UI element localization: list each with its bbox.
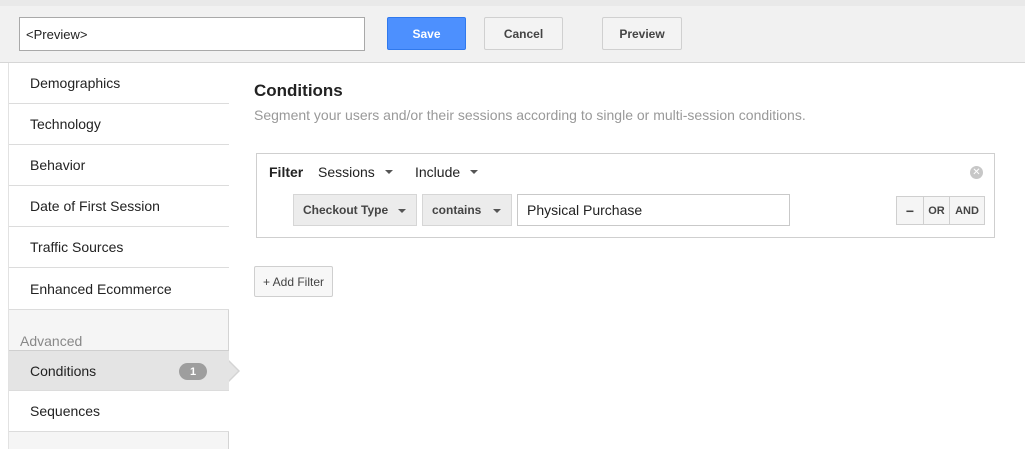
- sidebar-item-conditions[interactable]: Conditions 1: [9, 350, 229, 391]
- caret-down-icon: [493, 209, 501, 213]
- operator-dropdown-label: contains: [432, 203, 482, 217]
- sidebar-item-sequences[interactable]: Sequences: [9, 391, 229, 432]
- sidebar-item-label: Date of First Session: [30, 198, 160, 214]
- sidebar-item-enhanced-ecommerce[interactable]: Enhanced Ecommerce: [9, 268, 229, 310]
- active-pointer-arrow-fill: [228, 361, 238, 381]
- page-title: Conditions: [254, 81, 343, 100]
- dimension-dropdown-label: Checkout Type: [303, 203, 389, 217]
- sidebar-item-label: Behavior: [30, 157, 86, 173]
- sidebar-item-date-of-first-session[interactable]: Date of First Session: [9, 186, 229, 227]
- advanced-heading: Advanced: [20, 333, 83, 349]
- include-dropdown[interactable]: Include: [415, 164, 479, 180]
- remove-condition-button[interactable]: −: [897, 197, 924, 224]
- or-button[interactable]: OR: [924, 197, 950, 224]
- sidebar-item-behavior[interactable]: Behavior: [9, 145, 229, 186]
- toolbar: Save Cancel Preview: [0, 0, 1025, 63]
- sidebar-item-label: Traffic Sources: [30, 239, 124, 255]
- scope-dropdown-label: Sessions: [318, 164, 375, 180]
- count-badge: 1: [179, 363, 207, 380]
- logic-button-group: − OR AND: [896, 196, 985, 225]
- sidebar: Demographics Technology Behavior Date of…: [8, 63, 240, 449]
- include-dropdown-label: Include: [415, 164, 461, 180]
- and-button[interactable]: AND: [950, 197, 984, 224]
- sidebar-item-technology[interactable]: Technology: [9, 104, 229, 145]
- sidebar-item-label: Technology: [30, 116, 101, 132]
- sidebar-item-label: Conditions: [30, 362, 97, 379]
- sidebar-item-label: Sequences: [30, 403, 101, 419]
- caret-down-icon: [398, 209, 406, 213]
- caret-down-icon: [384, 170, 393, 174]
- caret-down-icon: [470, 170, 479, 174]
- sidebar-item-demographics[interactable]: Demographics: [9, 63, 229, 104]
- operator-dropdown[interactable]: contains: [422, 194, 512, 226]
- scope-dropdown[interactable]: Sessions: [318, 164, 393, 180]
- sidebar-item-traffic-sources[interactable]: Traffic Sources: [9, 227, 229, 268]
- dimension-dropdown[interactable]: Checkout Type: [293, 194, 417, 226]
- condition-value-input[interactable]: [517, 194, 790, 226]
- add-filter-button[interactable]: + Add Filter: [254, 266, 333, 297]
- segment-name-input[interactable]: [19, 17, 365, 51]
- preview-button[interactable]: Preview: [602, 17, 682, 50]
- close-circle-icon[interactable]: ✕: [970, 166, 983, 179]
- cancel-button[interactable]: Cancel: [484, 17, 563, 50]
- save-button[interactable]: Save: [387, 17, 466, 50]
- page-subtitle: Segment your users and/or their sessions…: [254, 107, 806, 123]
- filter-panel: Filter Sessions Include ✕ Checkout Type …: [256, 153, 995, 238]
- sidebar-item-label: Enhanced Ecommerce: [30, 280, 172, 297]
- sidebar-item-label: Demographics: [30, 75, 121, 91]
- filter-label: Filter: [269, 164, 304, 180]
